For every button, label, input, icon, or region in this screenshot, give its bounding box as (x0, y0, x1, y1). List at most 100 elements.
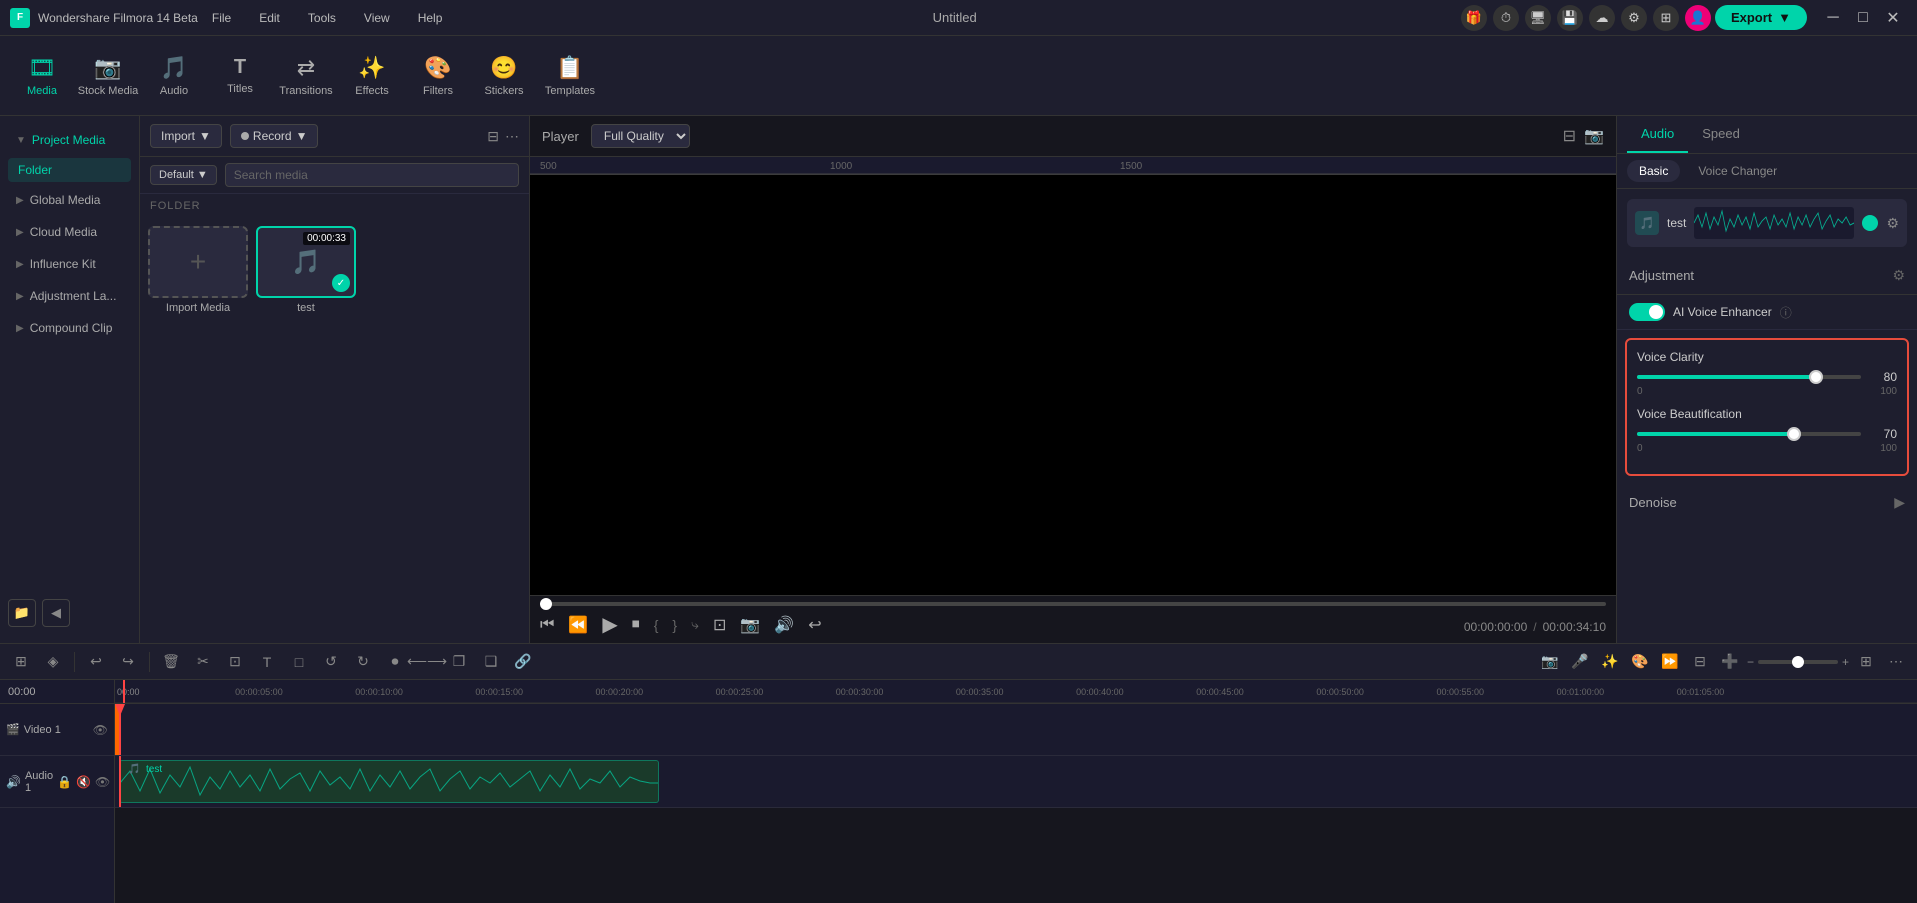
tab-audio[interactable]: Audio (1627, 116, 1688, 153)
quality-select[interactable]: Full Quality (591, 124, 690, 148)
tl-redo-button[interactable]: ↪ (115, 649, 141, 675)
export-button[interactable]: Export ▼ (1715, 5, 1807, 30)
sidebar-item-project-media[interactable]: ▼ Project Media (4, 125, 135, 155)
tl-shape-button[interactable]: □ (286, 649, 312, 675)
tl-more-button[interactable]: ⋯ (1883, 649, 1909, 675)
toolbar-transitions[interactable]: ⇄ Transitions (274, 42, 338, 110)
toolbar-titles[interactable]: T Titles (208, 42, 272, 110)
tl-color-button[interactable]: 🎨 (1627, 649, 1653, 675)
tl-cut-button[interactable]: ✂ (190, 649, 216, 675)
zoom-slider[interactable] (1758, 660, 1838, 664)
tl-rotate-left-button[interactable]: ↺ (318, 649, 344, 675)
gift-icon[interactable]: 🎁 (1461, 5, 1487, 31)
ai-voice-toggle[interactable] (1629, 303, 1665, 321)
volume-icon[interactable]: 🔊 (774, 615, 794, 635)
voice-clarity-slider[interactable] (1637, 375, 1861, 379)
filter-icon[interactable]: ⊟ (487, 128, 499, 145)
tl-record-button[interactable]: ⏺ (382, 649, 408, 675)
import-thumb[interactable]: + (148, 226, 248, 298)
tl-undo-button[interactable]: ↩ (83, 649, 109, 675)
toolbar-effects[interactable]: ✨ Effects (340, 42, 404, 110)
tl-text-button[interactable]: T (254, 649, 280, 675)
cloud-icon[interactable]: ☁ (1589, 5, 1615, 31)
collapse-icon[interactable]: ⚙ (1892, 267, 1905, 284)
tl-snap-button[interactable]: ⊞ (8, 649, 34, 675)
toolbar-audio[interactable]: 🎵 Audio (142, 42, 206, 110)
grid-icon[interactable]: ⊞ (1653, 5, 1679, 31)
step-back-button[interactable]: ⏮ (540, 616, 554, 634)
tl-paste-button[interactable]: ❑ (478, 649, 504, 675)
audio-track-toggle[interactable] (1862, 215, 1878, 231)
camera-icon[interactable]: 📷 (740, 615, 760, 635)
menu-tools[interactable]: Tools (302, 7, 342, 29)
monitor-icon[interactable]: 🖥 (1525, 5, 1551, 31)
toolbar-stock-media[interactable]: 📷 Stock Media (76, 42, 140, 110)
tl-copy-button[interactable]: ❐ (446, 649, 472, 675)
audio1-eye-button[interactable]: 👁 (95, 775, 110, 789)
settings-icon[interactable]: ⚙ (1621, 5, 1647, 31)
frame-back-button[interactable]: ⏪ (568, 615, 588, 635)
save-icon[interactable]: 💾 (1557, 5, 1583, 31)
sidebar-folder[interactable]: Folder (8, 158, 131, 182)
denoise-expand-icon[interactable]: ▶ (1894, 494, 1905, 511)
zoom-minus-icon[interactable]: − (1747, 655, 1754, 669)
menu-view[interactable]: View (358, 7, 396, 29)
tl-rotate-right-button[interactable]: ↻ (350, 649, 376, 675)
toolbar-filters[interactable]: 🎨 Filters (406, 42, 470, 110)
video1-eye-button[interactable]: 👁 (93, 723, 108, 737)
import-button[interactable]: Import ▼ (150, 124, 222, 148)
clock-icon[interactable]: ⏱ (1493, 5, 1519, 31)
subtab-basic[interactable]: Basic (1627, 160, 1680, 182)
zoom-handle[interactable] (1792, 656, 1804, 668)
tl-magnet-button[interactable]: ◈ (40, 649, 66, 675)
timeline-handle[interactable] (540, 598, 552, 610)
info-icon[interactable]: ⓘ (1780, 304, 1792, 321)
toolbar-templates[interactable]: 📋 Templates (538, 42, 602, 110)
crop-icon[interactable]: ⊡ (713, 615, 726, 635)
minimize-button[interactable]: ─ (1819, 4, 1847, 32)
toolbar-media[interactable]: 🎞 Media (10, 42, 74, 110)
toolbar-stickers[interactable]: 😊 Stickers (472, 42, 536, 110)
sidebar-item-influence-kit[interactable]: ▶ Influence Kit (4, 249, 135, 279)
sidebar-item-global-media[interactable]: ▶ Global Media (4, 185, 135, 215)
test-thumb[interactable]: 🎵 00:00:33 ✓ (256, 226, 356, 298)
playback-timeline[interactable] (540, 602, 1606, 606)
close-button[interactable]: ✕ (1879, 4, 1907, 32)
sort-button[interactable]: Default ▼ (150, 165, 217, 185)
more-options-icon[interactable]: ⋯ (505, 128, 519, 145)
maximize-button[interactable]: □ (1849, 4, 1877, 32)
tl-split-button[interactable]: ⟵⟶ (414, 649, 440, 675)
tl-crop-button[interactable]: ⊡ (222, 649, 248, 675)
zoom-plus-icon[interactable]: + (1842, 655, 1849, 669)
screenshot-icon[interactable]: 📷 (1584, 126, 1604, 146)
tl-speed-button[interactable]: ⏩ (1657, 649, 1683, 675)
voice-clarity-handle[interactable] (1809, 370, 1823, 384)
new-folder-button[interactable]: 📁 (8, 599, 36, 627)
collapse-button[interactable]: ◀ (42, 599, 70, 627)
record-button[interactable]: Record ▼ (230, 124, 319, 148)
sidebar-item-cloud-media[interactable]: ▶ Cloud Media (4, 217, 135, 247)
menu-help[interactable]: Help (412, 7, 449, 29)
menu-edit[interactable]: Edit (253, 7, 286, 29)
menu-file[interactable]: File (206, 7, 237, 29)
split-view-icon[interactable]: ⊟ (1563, 126, 1576, 146)
tl-effect-button[interactable]: ✨ (1597, 649, 1623, 675)
tl-layout-button[interactable]: ⊞ (1853, 649, 1879, 675)
tl-resize-button[interactable]: ⊟ (1687, 649, 1713, 675)
sidebar-item-adjustment[interactable]: ▶ Adjustment La... (4, 281, 135, 311)
voice-beautification-slider[interactable] (1637, 432, 1861, 436)
return-icon[interactable]: ↩ (808, 615, 821, 635)
user-avatar[interactable]: 👤 (1685, 5, 1711, 31)
subtab-voice-changer[interactable]: Voice Changer (1686, 160, 1789, 182)
media-import-item[interactable]: + Import Media (148, 226, 248, 635)
voice-beautification-handle[interactable] (1787, 427, 1801, 441)
tl-plus-button[interactable]: ➕ (1717, 649, 1743, 675)
tl-delete-button[interactable]: 🗑 (158, 649, 184, 675)
tl-record-screen-button[interactable]: 📷 (1537, 649, 1563, 675)
audio-clip[interactable]: 🎵 test (119, 760, 659, 803)
tl-link-button[interactable]: 🔗 (510, 649, 536, 675)
settings-gear-icon[interactable]: ⚙ (1886, 215, 1899, 232)
tl-audio-record-button[interactable]: 🎤 (1567, 649, 1593, 675)
sidebar-item-compound-clip[interactable]: ▶ Compound Clip (4, 313, 135, 343)
tab-speed[interactable]: Speed (1688, 116, 1754, 153)
